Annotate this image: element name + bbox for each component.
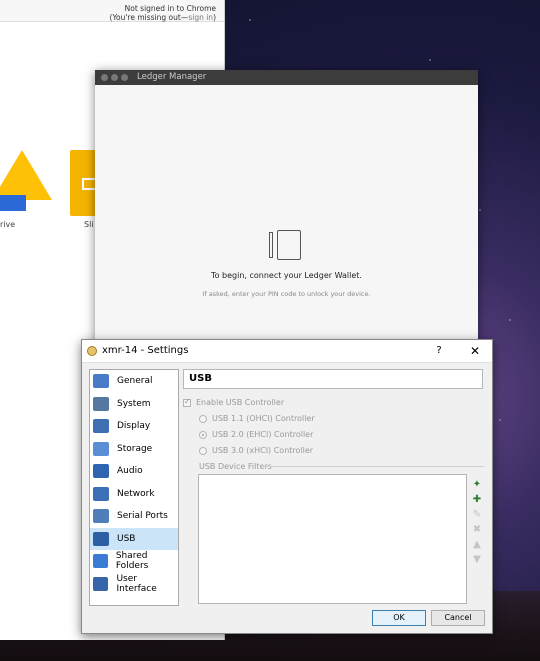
usb-filters-list[interactable] (198, 474, 467, 604)
chrome-signin-status: Not signed in to Chrome (You're missing … (0, 0, 224, 22)
virtualbox-icon (87, 346, 97, 356)
sidebar-item-display[interactable]: Display (90, 415, 178, 438)
serial-ports-icon (93, 509, 109, 524)
add-filter-from-device-icon[interactable]: ✚ (471, 494, 483, 506)
sidebar-item-usb[interactable]: USB (90, 527, 178, 550)
google-drive-icon[interactable] (0, 150, 52, 200)
usb11-radio[interactable]: USB 1.1 (OHCI) Controller (199, 414, 315, 423)
usb-device-filters-label: USB Device Filters (199, 462, 272, 471)
settings-sidebar: General System Display Storage Audio Network S… (89, 369, 179, 606)
add-empty-filter-icon[interactable]: ✦ (471, 479, 483, 491)
close-button[interactable]: ✕ (468, 340, 482, 362)
ledger-manager-window: Ledger Manager To begin, connect your Le… (95, 70, 478, 348)
sidebar-item-label: Audio (117, 466, 143, 477)
usb11-label: USB 1.1 (OHCI) Controller (212, 414, 315, 423)
enable-usb-checkbox-box[interactable] (183, 397, 191, 407)
vbox-title-bar[interactable]: xmr-14 - Settings ? ✕ (82, 340, 492, 363)
window-controls (101, 74, 128, 81)
sidebar-item-network[interactable]: Network (90, 483, 178, 506)
shared-folders-icon (93, 554, 108, 569)
chrome-status-line2: (You're missing out—sign in) (0, 13, 216, 22)
storage-icon (93, 441, 109, 456)
ok-button[interactable]: OK (372, 610, 426, 626)
edit-filter-icon[interactable]: ✎ (471, 509, 483, 521)
sidebar-item-label: Shared Folders (115, 551, 149, 572)
usb-icon (93, 531, 109, 546)
sidebar-item-label: System (117, 398, 151, 409)
cancel-button[interactable]: Cancel (431, 610, 485, 626)
vbox-settings-dialog: xmr-14 - Settings ? ✕ General System Displ… (81, 339, 493, 634)
enable-usb-label: Enable USB Controller (196, 398, 285, 407)
sidebar-item-label: General (117, 376, 153, 387)
usb30-radio[interactable]: USB 3.0 (xHCI) Controller (199, 446, 313, 455)
ledger-title: Ledger Manager (137, 72, 207, 82)
sidebar-item-user-interface[interactable]: User Interface (90, 573, 178, 596)
close-dot-icon[interactable] (101, 74, 108, 81)
chrome-status-text-b: ) (213, 13, 216, 22)
page-title: USB (183, 369, 483, 389)
sidebar-item-label: Display (117, 421, 151, 432)
chrome-sign-in-link[interactable]: sign in (188, 13, 213, 22)
google-drive-icon-base (0, 195, 26, 211)
chrome-status-text-a: (You're missing out— (109, 13, 189, 22)
sidebar-item-shared-folders[interactable]: Shared Folders (90, 550, 178, 573)
filters-divider (262, 466, 484, 467)
ledger-title-bar[interactable]: Ledger Manager (95, 70, 478, 85)
user-interface-icon (93, 576, 109, 591)
system-icon (93, 396, 109, 411)
general-icon (93, 374, 109, 389)
sidebar-item-label: USB (117, 533, 136, 544)
usb30-radio-circle[interactable] (199, 446, 207, 455)
sidebar-item-serial-ports[interactable]: Serial Ports (90, 505, 178, 528)
ledger-connect-message: To begin, connect your Ledger Wallet. (211, 271, 362, 280)
sidebar-item-label: Storage (117, 443, 153, 454)
minimize-dot-icon[interactable] (111, 74, 118, 81)
vbox-title: xmr-14 - Settings (102, 345, 189, 356)
ledger-pin-message: If asked, enter your PIN code to unlock … (202, 290, 371, 298)
sidebar-item-system[interactable]: System (90, 393, 178, 416)
ledger-device-icon (267, 230, 303, 260)
enable-usb-checkbox[interactable]: Enable USB Controller (183, 397, 285, 407)
sidebar-item-storage[interactable]: Storage (90, 438, 178, 461)
sidebar-item-label: User Interface (116, 573, 157, 594)
usb20-radio-circle[interactable] (199, 430, 207, 439)
sidebar-item-audio[interactable]: Audio (90, 460, 178, 483)
sidebar-item-label: Network (117, 488, 155, 499)
maximize-dot-icon[interactable] (121, 74, 128, 81)
sidebar-item-general[interactable]: General (90, 370, 178, 393)
usb11-radio-circle[interactable] (199, 414, 207, 423)
move-filter-down-icon[interactable]: ▼ (471, 554, 483, 566)
audio-icon (93, 464, 109, 479)
google-slides-label: Sli (84, 220, 94, 229)
sidebar-item-label: Serial Ports (117, 511, 168, 522)
help-button[interactable]: ? (432, 340, 446, 362)
move-filter-up-icon[interactable]: ▲ (471, 539, 483, 551)
usb20-radio[interactable]: USB 2.0 (EHCI) Controller (199, 430, 313, 439)
google-drive-label: rive (0, 220, 16, 229)
network-icon (93, 486, 109, 501)
usb20-label: USB 2.0 (EHCI) Controller (212, 430, 314, 439)
chrome-status-line1: Not signed in to Chrome (124, 4, 216, 13)
display-icon (93, 419, 109, 434)
remove-filter-icon[interactable]: ✖ (471, 524, 483, 536)
usb30-label: USB 3.0 (xHCI) Controller (212, 446, 314, 455)
